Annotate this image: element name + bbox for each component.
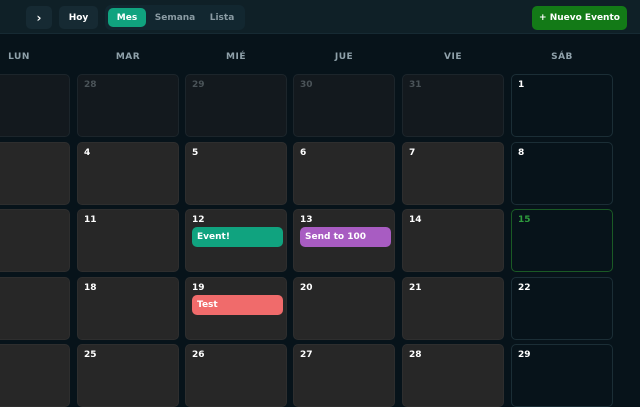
calendar-event[interactable]: Send to 100 bbox=[300, 227, 391, 247]
day-number: 26 bbox=[192, 350, 205, 360]
day-cell[interactable]: 26 bbox=[185, 344, 287, 407]
calendar-event[interactable]: Test bbox=[192, 295, 283, 315]
day-number: 29 bbox=[192, 80, 205, 90]
calendar-event[interactable]: Event! bbox=[192, 227, 283, 247]
day-cell[interactable]: 15 bbox=[511, 209, 613, 272]
day-number: 30 bbox=[300, 80, 313, 90]
day-cell[interactable]: 1 bbox=[511, 74, 613, 137]
weekday-label: SÁB bbox=[551, 52, 573, 62]
day-number: 29 bbox=[518, 350, 531, 360]
day-cell[interactable]: 6 bbox=[293, 142, 395, 205]
day-number: 22 bbox=[518, 283, 531, 293]
day-number: 5 bbox=[192, 148, 199, 158]
day-number: 19 bbox=[192, 283, 205, 293]
day-cell[interactable] bbox=[0, 74, 70, 137]
day-cell[interactable] bbox=[0, 142, 70, 205]
day-cell[interactable]: 29 bbox=[185, 74, 287, 137]
day-cell[interactable]: 14 bbox=[402, 209, 504, 272]
day-number: 18 bbox=[84, 283, 97, 293]
day-cell[interactable]: 31 bbox=[402, 74, 504, 137]
today-button[interactable]: Hoy bbox=[59, 6, 98, 29]
day-cell[interactable]: 20 bbox=[293, 277, 395, 340]
day-cell[interactable]: 8 bbox=[511, 142, 613, 205]
day-cell[interactable]: 5 bbox=[185, 142, 287, 205]
view-list-button[interactable]: Lista bbox=[203, 8, 241, 27]
day-number: 12 bbox=[192, 215, 205, 225]
day-cell[interactable]: 11 bbox=[77, 209, 179, 272]
chevron-right-icon: › bbox=[36, 10, 42, 25]
next-month-button[interactable]: › bbox=[26, 6, 52, 29]
day-cell[interactable]: 13 Send to 100 bbox=[293, 209, 395, 272]
day-cell[interactable]: 7 bbox=[402, 142, 504, 205]
view-week-button[interactable]: Semana bbox=[151, 8, 199, 27]
day-cell[interactable] bbox=[0, 344, 70, 407]
day-number: 25 bbox=[84, 350, 97, 360]
day-number: 4 bbox=[84, 148, 91, 158]
day-cell[interactable]: 30 bbox=[293, 74, 395, 137]
day-number: 1 bbox=[518, 80, 525, 90]
day-number: 21 bbox=[409, 283, 422, 293]
day-cell[interactable]: 12 Event! bbox=[185, 209, 287, 272]
day-number: 20 bbox=[300, 283, 313, 293]
day-number: 8 bbox=[518, 148, 525, 158]
day-cell[interactable]: 4 bbox=[77, 142, 179, 205]
day-number: 13 bbox=[300, 215, 313, 225]
day-cell[interactable]: 27 bbox=[293, 344, 395, 407]
day-cell[interactable]: 19 Test bbox=[185, 277, 287, 340]
day-cell[interactable]: 29 bbox=[511, 344, 613, 407]
day-number: 14 bbox=[409, 215, 422, 225]
day-number: 6 bbox=[300, 148, 307, 158]
day-cell[interactable] bbox=[0, 277, 70, 340]
day-number: 28 bbox=[409, 350, 422, 360]
day-number: 11 bbox=[84, 215, 97, 225]
day-cell[interactable] bbox=[0, 209, 70, 272]
day-cell[interactable]: 28 bbox=[77, 74, 179, 137]
day-number: 7 bbox=[409, 148, 416, 158]
day-cell[interactable]: 18 bbox=[77, 277, 179, 340]
day-cell[interactable]: 22 bbox=[511, 277, 613, 340]
day-number: 28 bbox=[84, 80, 97, 90]
day-cell[interactable]: 25 bbox=[77, 344, 179, 407]
day-number: 31 bbox=[409, 80, 422, 90]
weekday-label: LUN bbox=[8, 52, 30, 62]
view-switcher: Mes Semana Lista bbox=[105, 5, 245, 30]
view-month-button[interactable]: Mes bbox=[108, 8, 146, 27]
new-event-button[interactable]: + Nuevo Evento bbox=[532, 6, 627, 30]
day-cell[interactable]: 28 bbox=[402, 344, 504, 407]
day-number: 27 bbox=[300, 350, 313, 360]
day-cell[interactable]: 21 bbox=[402, 277, 504, 340]
day-number: 15 bbox=[518, 215, 531, 225]
weekday-label: MAR bbox=[115, 52, 141, 62]
weekday-label: JUE bbox=[334, 52, 354, 62]
weekday-label: VIE bbox=[444, 52, 462, 62]
weekday-label: MIÉ bbox=[226, 52, 246, 62]
calendar-toolbar: › Hoy Mes Semana Lista + Nuevo Evento bbox=[0, 0, 640, 34]
